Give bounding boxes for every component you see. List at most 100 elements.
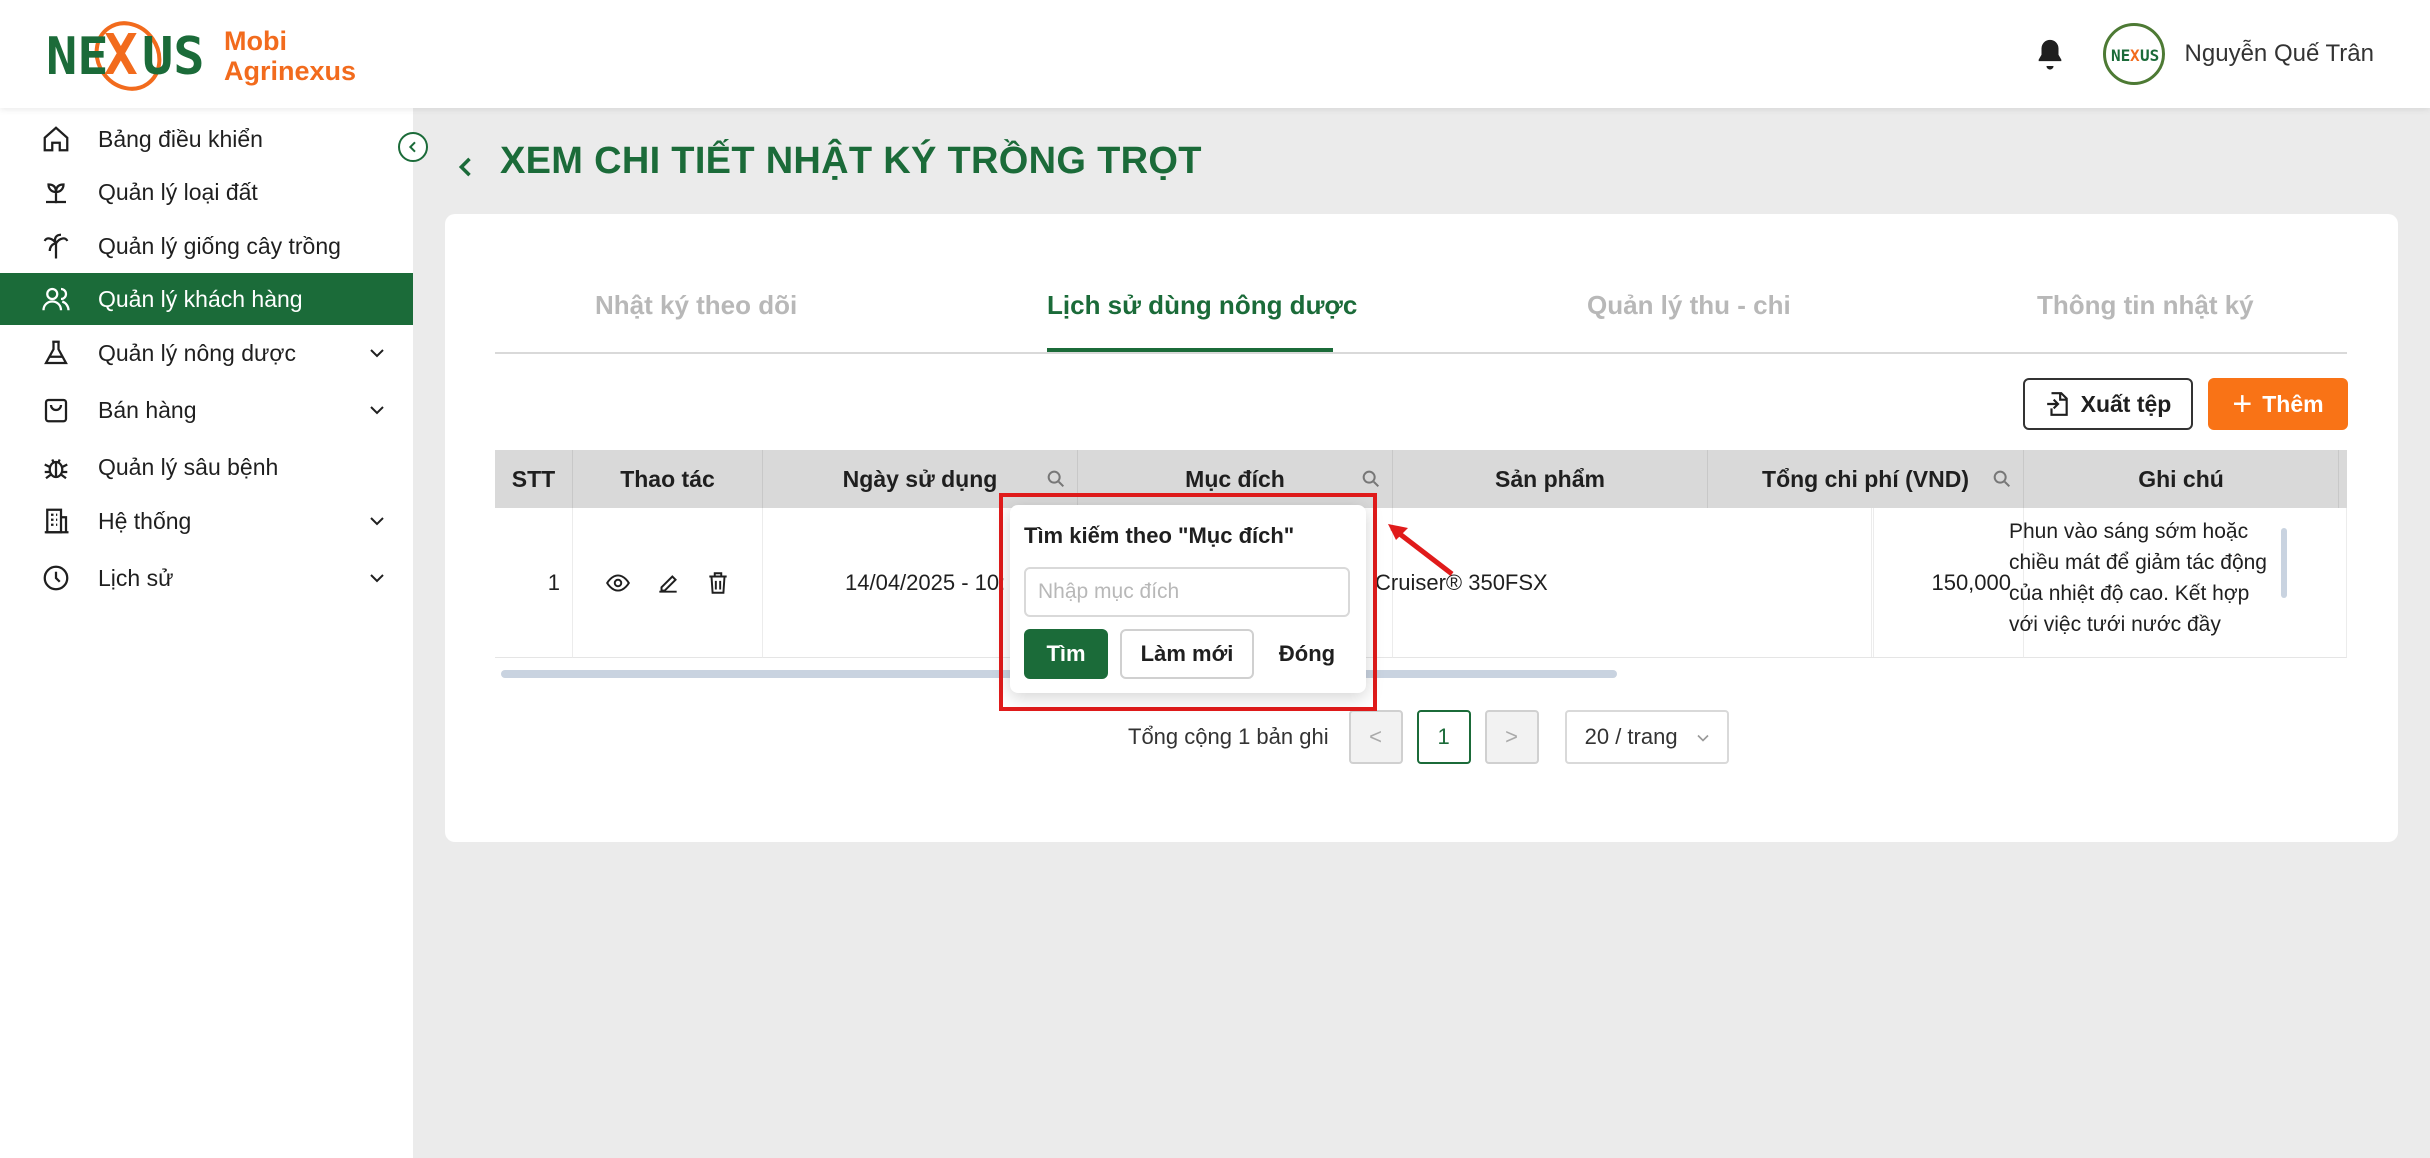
sidebar-collapse-button[interactable] — [398, 132, 428, 162]
sidebar-item-label: Bảng điều khiển — [98, 125, 263, 152]
building-icon — [40, 505, 72, 537]
brand-logo[interactable]: NE X US Mobi Agrinexus — [46, 18, 356, 94]
filter-close-button[interactable]: Đóng — [1264, 629, 1350, 679]
chevron-down-icon[interactable] — [365, 509, 389, 533]
svg-text:US: US — [2140, 46, 2159, 65]
filter-reset-button[interactable]: Làm mới — [1120, 629, 1254, 679]
palm-icon — [40, 230, 72, 262]
page-size-value: 20 / trang — [1584, 724, 1678, 749]
sidebar-item-label: Quản lý giống cây trồng — [98, 232, 341, 259]
brand-line-1: Mobi — [224, 26, 287, 56]
column-header-product: Sản phẩm — [1393, 450, 1708, 508]
export-label: Xuất tệp — [2080, 390, 2172, 417]
bell-icon[interactable] — [2033, 37, 2067, 71]
sidebar-item-system[interactable]: Hệ thống — [0, 495, 413, 547]
user-name[interactable]: Nguyễn Quế Trân — [2185, 40, 2374, 68]
brand-name: Mobi Agrinexus — [224, 26, 356, 86]
sidebar-item-label: Quản lý nông dược — [98, 339, 296, 366]
home-icon — [40, 123, 72, 155]
sidebar-item-soil-types[interactable]: Quản lý loại đất — [0, 166, 413, 218]
purpose-search-input[interactable] — [1024, 567, 1350, 617]
column-header-note: Ghi chú — [2024, 450, 2339, 508]
page-title-text: XEM CHI TIẾT NHẬT KÝ TRỒNG TRỌT — [500, 140, 1202, 182]
sidebar-item-sales[interactable]: Bán hàng — [0, 384, 413, 436]
top-header: NE X US Mobi Agrinexus NE X US Nguyễn Qu… — [0, 0, 2430, 108]
file-export-icon — [2046, 392, 2068, 416]
sidebar: Bảng điều khiển Quản lý loại đất Quản lý… — [0, 108, 413, 1158]
page-number-current[interactable]: 1 — [1416, 710, 1471, 764]
column-header-stt: STT — [495, 450, 573, 508]
svg-text:US: US — [142, 27, 205, 87]
page-size-select[interactable]: 20 / trang — [1564, 710, 1729, 764]
column-header-label: Mục đích — [1185, 465, 1285, 492]
cell-stt: 1 — [495, 508, 573, 658]
sprout-icon — [40, 176, 72, 208]
filter-search-button[interactable]: Tìm — [1024, 629, 1108, 679]
tab-pesticide-history[interactable]: Lịch sử dùng nông dược — [1047, 290, 1357, 321]
tab-income-expense[interactable]: Quản lý thu - chi — [1587, 290, 1791, 321]
flask-icon — [40, 337, 72, 369]
svg-text:NE: NE — [46, 27, 109, 87]
shopping-bag-icon — [40, 394, 72, 426]
table-header: STT Thao tác Ngày sử dụng Mục đích Sản p… — [495, 450, 2347, 508]
annotation-arrow-icon — [1388, 524, 1454, 576]
search-icon[interactable] — [1991, 468, 2013, 490]
sidebar-item-pests[interactable]: Quản lý sâu bệnh — [0, 441, 413, 493]
chevron-down-icon[interactable] — [365, 398, 389, 422]
edit-icon[interactable] — [655, 570, 681, 596]
add-button[interactable]: + Thêm — [2208, 378, 2348, 430]
back-arrow-icon[interactable] — [452, 148, 480, 176]
chevron-down-icon — [1697, 734, 1709, 742]
svg-text:NE: NE — [2111, 46, 2130, 65]
sidebar-item-pesticides[interactable]: Quản lý nông dược — [0, 327, 413, 379]
sidebar-item-label: Quản lý loại đất — [98, 178, 258, 205]
sidebar-item-crop-varieties[interactable]: Quản lý giống cây trồng — [0, 220, 413, 272]
prev-page-button[interactable]: < — [1348, 710, 1403, 764]
sidebar-item-label: Hệ thống — [98, 507, 192, 534]
tab-log-info[interactable]: Thông tin nhật ký — [2037, 290, 2254, 321]
tab-bar: Nhật ký theo dõi Lịch sử dùng nông dược … — [495, 280, 2347, 354]
search-icon[interactable] — [1360, 468, 1382, 490]
pagination: Tổng cộng 1 bản ghi < 1 > 20 / trang — [1128, 710, 1729, 764]
trash-icon[interactable] — [705, 570, 731, 596]
svg-text:X: X — [2130, 46, 2140, 65]
tab-tracking-log[interactable]: Nhật ký theo dõi — [595, 290, 797, 321]
search-icon[interactable] — [1045, 468, 1067, 490]
sidebar-item-dashboard[interactable]: Bảng điều khiển — [0, 113, 413, 165]
filter-popup-title: Tìm kiếm theo "Mục đích" — [1024, 523, 1295, 548]
export-button[interactable]: Xuất tệp — [2023, 378, 2193, 430]
chevron-down-icon[interactable] — [365, 341, 389, 365]
active-tab-indicator — [1047, 348, 1333, 352]
add-label: Thêm — [2262, 390, 2324, 417]
next-page-button[interactable]: > — [1484, 710, 1539, 764]
plus-icon: + — [2232, 385, 2253, 423]
sidebar-item-label: Quản lý khách hàng — [98, 285, 303, 312]
filter-popup-purpose: Tìm kiếm theo "Mục đích" Tìm Làm mới Đón… — [1010, 505, 1366, 693]
sidebar-item-label: Lịch sử — [98, 564, 174, 591]
sidebar-item-customers[interactable]: Quản lý khách hàng — [0, 273, 413, 325]
svg-text:X: X — [104, 23, 138, 88]
sidebar-item-label: Quản lý sâu bệnh — [98, 453, 279, 480]
chevron-down-icon[interactable] — [365, 566, 389, 590]
total-records: Tổng cộng 1 bản ghi — [1128, 724, 1329, 749]
cell-note-text: Phun vào sáng sớm hoặc chiều mát để giảm… — [2009, 520, 2267, 636]
column-header-cost: Tổng chi phí (VND) — [1708, 450, 2024, 508]
column-header-label: Ngày sử dụng — [842, 465, 998, 492]
page-title: XEM CHI TIẾT NHẬT KÝ TRỒNG TRỌT — [452, 140, 1202, 183]
brand-line-2: Agrinexus — [224, 56, 357, 86]
users-icon — [40, 283, 72, 315]
bug-icon — [40, 451, 72, 483]
note-scrollbar[interactable] — [2281, 528, 2287, 598]
eye-icon[interactable] — [605, 570, 631, 596]
sidebar-item-label: Bán hàng — [98, 396, 197, 423]
column-header-actions: Thao tác — [573, 450, 763, 508]
header-user-area: NE X US Nguyễn Quế Trân — [2033, 22, 2374, 86]
chevron-left-icon — [408, 141, 416, 153]
cell-cost: 150,000 — [1708, 508, 2024, 658]
cell-actions — [573, 508, 763, 658]
avatar[interactable]: NE X US — [2102, 23, 2165, 85]
app-root: NE X US Mobi Agrinexus NE X US Nguyễn Qu… — [0, 0, 2430, 1158]
clock-icon — [40, 562, 72, 594]
nexus-logo-icon: NE X US — [46, 18, 206, 94]
sidebar-item-history[interactable]: Lịch sử — [0, 552, 413, 604]
